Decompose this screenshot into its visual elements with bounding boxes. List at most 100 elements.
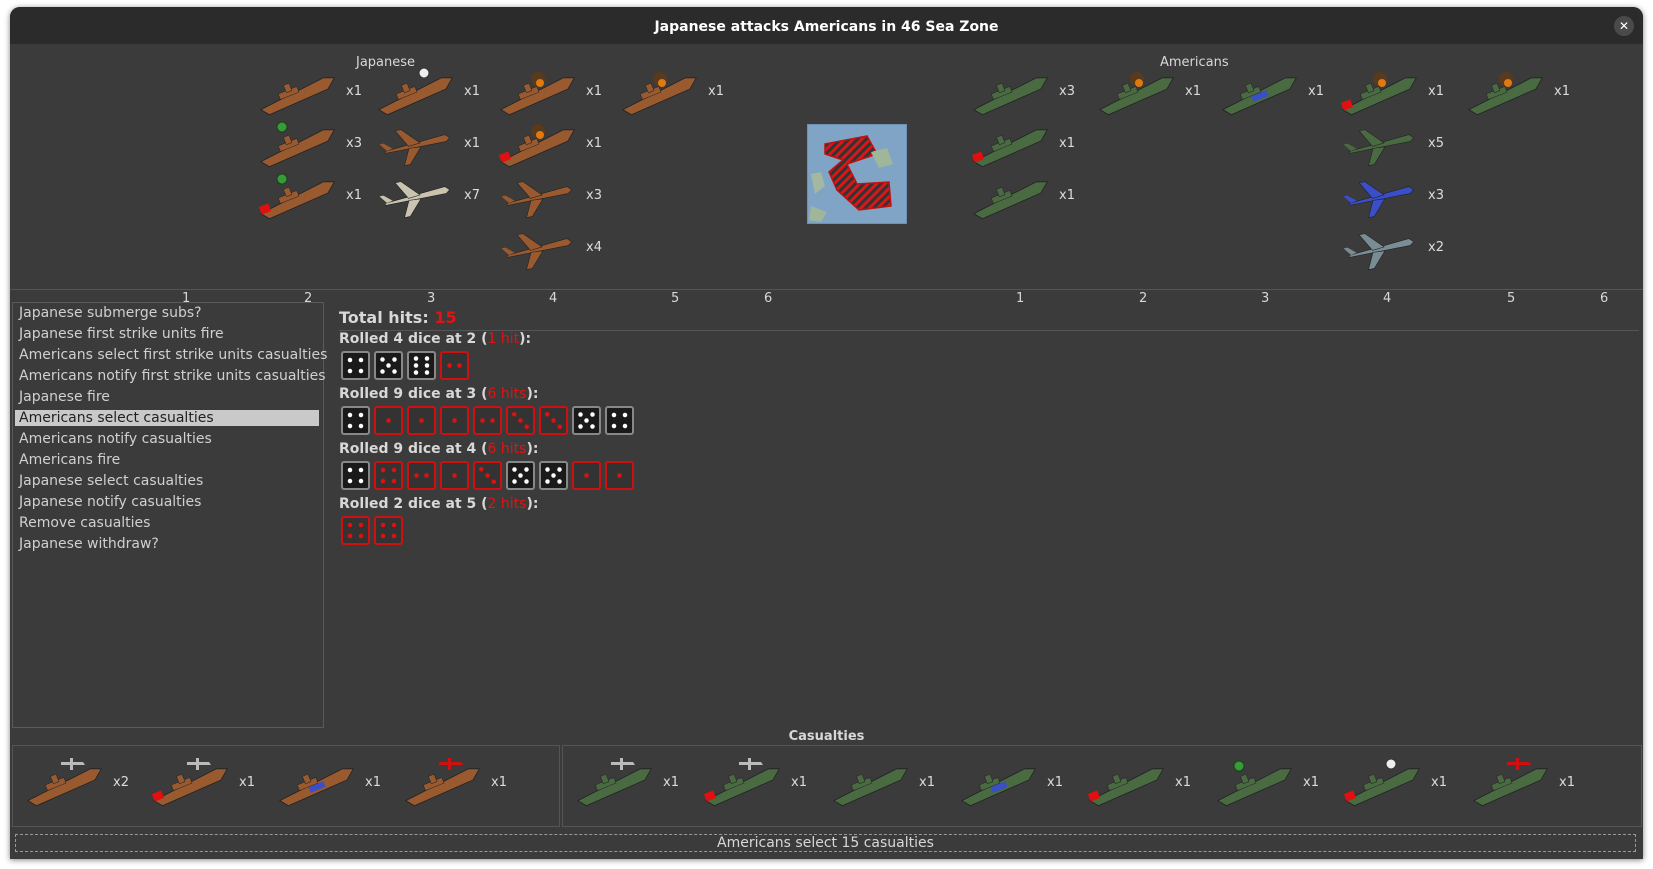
unit-count: x1 (346, 83, 362, 99)
hit-die (473, 406, 502, 435)
defender-unit-transport: x3 (967, 65, 1075, 117)
defender-unit-submarine: x1 (967, 169, 1075, 221)
japanese-casualty-carrier-red-plane[interactable]: x1 (399, 756, 507, 808)
battle-step-item[interactable]: Americans notify casualties (19, 431, 212, 447)
hit-die (605, 461, 634, 490)
american-casualty-transport-marker-damaged[interactable]: x1 (1339, 756, 1447, 808)
unit-count: x3 (1059, 83, 1075, 99)
casualties-title: Casualties (788, 729, 865, 744)
unit-count: x1 (1554, 83, 1570, 99)
sub-blue-icon (961, 768, 1036, 807)
battle-step-item[interactable]: Japanese submerge subs? (19, 305, 202, 321)
unit-count: x1 (464, 135, 480, 151)
attacker-unit-dive-bomber: x4 (494, 221, 602, 273)
defender-unit-fighter-grey: x2 (1336, 221, 1444, 273)
dice-results-panel: Total hits: 15 Rolled 4 dice at 2 (1 hit… (323, 302, 1643, 726)
unit-count: x7 (464, 187, 480, 203)
american-casualty-battleship-green-dot[interactable]: x1 (1211, 756, 1319, 808)
casualty-count: x1 (1559, 774, 1575, 790)
roll-label: Rolled 9 dice at 4 (6 hits): (339, 441, 539, 457)
battle-step-item[interactable]: Japanese fire (19, 389, 110, 405)
battle-step-item[interactable]: Americans notify first strike units casu… (19, 368, 326, 384)
hit-die (440, 351, 469, 380)
miss-die (341, 351, 370, 380)
casualty-count: x1 (791, 774, 807, 790)
unit-count: x2 (1428, 239, 1444, 255)
miss-die (341, 406, 370, 435)
american-casualty-sub-blue[interactable]: x1 (955, 756, 1063, 808)
unit-count: x1 (346, 187, 362, 203)
defender-unit-destroyer-damaged: x1 (967, 117, 1075, 169)
battle-step-item[interactable]: Japanese notify casualties (19, 494, 201, 510)
cruiser-burning-damaged-icon (1340, 72, 1417, 116)
battleship-burning-icon (622, 72, 697, 116)
sub-blue-icon (1222, 77, 1297, 116)
carrier-plane-icon (27, 758, 102, 807)
american-casualty-carrier-plane-damaged[interactable]: x1 (699, 756, 807, 808)
dice-row (341, 516, 403, 545)
roll-label: Rolled 9 dice at 3 (6 hits): (339, 386, 539, 402)
battle-step-item[interactable]: Japanese withdraw? (19, 536, 159, 552)
japanese-casualty-carrier-plane[interactable]: x2 (21, 756, 129, 808)
miss-die (506, 461, 535, 490)
casualty-count: x1 (365, 774, 381, 790)
dice-row (341, 461, 634, 490)
american-casualty-destroyer-damaged[interactable]: x1 (1083, 756, 1191, 808)
miss-die (407, 351, 436, 380)
unit-count: x4 (586, 239, 602, 255)
divider (339, 330, 1639, 331)
title-bar: Japanese attacks Americans in 46 Sea Zon… (10, 7, 1643, 44)
dive-bomber-icon (501, 233, 573, 271)
casualty-count: x2 (113, 774, 129, 790)
close-button[interactable]: ✕ (1614, 16, 1634, 36)
unit-count: x1 (1059, 135, 1075, 151)
unit-count: x1 (586, 83, 602, 99)
hit-die (407, 461, 436, 490)
total-hits: Total hits: 15 (339, 308, 457, 327)
american-casualty-submarine[interactable]: x1 (827, 756, 935, 808)
attacker-unit-battleship-green-dot-damaged: x1 (254, 169, 362, 221)
unit-count: x1 (464, 83, 480, 99)
unit-count: x1 (1308, 83, 1324, 99)
status-bar: Americans select 15 casualties (15, 834, 1636, 852)
carrier-plane-damaged-icon (151, 758, 228, 807)
battle-step-item[interactable]: Americans fire (19, 452, 120, 468)
defender-unit-battleship-burning: x1 (1462, 65, 1570, 117)
carrier-red-plane-icon (1473, 758, 1548, 807)
sea-zone-map (807, 124, 907, 224)
japanese-casualty-sub-blue[interactable]: x1 (273, 756, 381, 808)
unit-count: x3 (1428, 187, 1444, 203)
carrier-icon (260, 77, 335, 116)
defender-unit-cruiser-burning-damaged: x1 (1336, 65, 1444, 117)
sub-blue-icon (279, 768, 354, 807)
battle-step-item[interactable]: Japanese first strike units fire (19, 326, 224, 342)
battle-step-item[interactable]: Remove casualties (19, 515, 150, 531)
submarine-icon (833, 768, 908, 807)
total-hits-value: 15 (434, 308, 457, 327)
casualty-count: x1 (1303, 774, 1319, 790)
american-casualties-panel: x1 x1 x1 x1 x1 x1 x1 x1 (562, 745, 1642, 827)
japanese-casualty-carrier-plane-damaged[interactable]: x1 (147, 756, 255, 808)
battle-step-item[interactable]: Americans select casualties (15, 410, 319, 426)
attacker-unit-zero-fighter-light: x7 (372, 169, 480, 221)
fighter-green-icon (1343, 129, 1415, 167)
unit-count: x3 (346, 135, 362, 151)
american-casualty-carrier-red-plane[interactable]: x1 (1467, 756, 1575, 808)
destroyer-damaged-icon (1087, 768, 1164, 807)
carrier-plane-damaged-icon (703, 758, 780, 807)
hit-die (440, 461, 469, 490)
attacker-unit-battleship-burning: x1 (616, 65, 724, 117)
battle-steps-list[interactable]: Japanese submerge subs? Japanese first st… (12, 302, 327, 728)
battle-step-item[interactable]: Americans select first strike units casu… (19, 347, 327, 363)
battle-step-item[interactable]: Japanese select casualties (19, 473, 203, 489)
casualty-count: x1 (1175, 774, 1191, 790)
carrier-plane-icon (577, 758, 652, 807)
hit-die (341, 516, 370, 545)
bomber-icon (501, 181, 573, 219)
fighter-blue-icon (1343, 181, 1415, 219)
american-casualty-carrier-plane[interactable]: x1 (571, 756, 679, 808)
transport-marker-icon (378, 67, 453, 116)
defender-unit-fighter-blue: x3 (1336, 169, 1444, 221)
battle-dialog: Japanese attacks Americans in 46 Sea Zon… (10, 7, 1643, 859)
carrier-red-plane-icon (405, 758, 480, 807)
